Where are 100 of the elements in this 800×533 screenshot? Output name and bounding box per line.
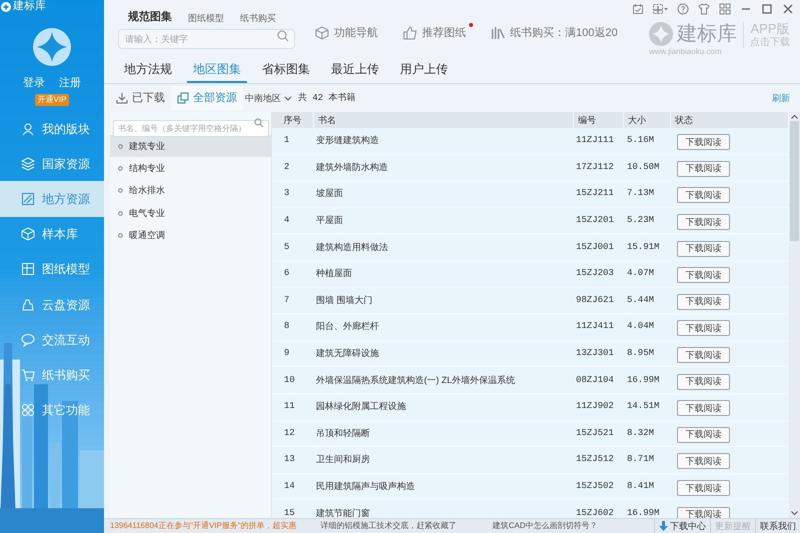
calendar-icon[interactable] (632, 3, 644, 15)
table-cell-text: 2 (283, 162, 290, 172)
table-cell-text: 5.16M (626, 136, 656, 146)
download-read-button[interactable]: 下载阅读 (677, 294, 730, 310)
tab[interactable]: 省标图集 (256, 57, 316, 83)
scrollbar-thumb[interactable] (790, 121, 799, 241)
brand-url: www.jianbiaoku.com (649, 48, 722, 56)
top-tab[interactable]: 纸书购买 (240, 14, 276, 23)
layers-icon (21, 156, 35, 171)
table-cell-text: 5 (283, 242, 290, 252)
table-cell-text: 8 (283, 322, 290, 332)
download-read-button[interactable]: 下载阅读 (677, 320, 730, 336)
table-cell-text: 3 (283, 189, 290, 198)
download-read-button[interactable]: 下载阅读 (677, 134, 730, 150)
brand-name: 建标库 (677, 24, 737, 44)
grid-icon (21, 262, 35, 276)
table-cell-text: 08ZJ104 (575, 376, 615, 385)
top-tab[interactable]: 规范图集 (128, 12, 172, 23)
download-read-button[interactable]: 下载阅读 (677, 240, 730, 257)
category-item[interactable]: 电气专业 (110, 202, 271, 224)
download-icon (116, 92, 128, 104)
download-read-button[interactable]: 下载阅读 (677, 214, 730, 230)
search-field[interactable]: 书名、编号（多关键字用空格分隔） (113, 120, 269, 137)
add-icon[interactable] (653, 3, 668, 15)
close-icon[interactable] (782, 3, 794, 15)
table-cell-text: 15ZJ512 (575, 455, 615, 464)
tab[interactable]: 地方法规 (118, 57, 178, 83)
cube-icon (21, 227, 35, 242)
scroll-down-icon[interactable] (791, 511, 798, 516)
table-cell-text: 16.99M (626, 508, 660, 518)
table-cell-text: 6 (283, 269, 290, 278)
copy-icon (177, 92, 189, 104)
chat-icon (21, 332, 35, 347)
cart-icon (21, 368, 35, 382)
category-item[interactable]: 建筑专业 (110, 135, 271, 158)
download-read-button[interactable]: 下载阅读 (677, 187, 730, 204)
status-button[interactable]: 下载中心 (654, 518, 710, 533)
tab[interactable]: 用户上传 (394, 57, 454, 83)
cube-icon (315, 26, 329, 40)
news-link[interactable]: 详细的铝模施工技术交底，赶紧收藏了 (320, 522, 457, 530)
download-read-button[interactable]: 下载阅读 (677, 480, 730, 496)
category-item[interactable]: 给水排水 (110, 180, 271, 202)
table-cell-text: 阳台、外廊栏杆 (315, 322, 380, 332)
table-cell-text: 4.07M (626, 269, 656, 278)
table-cell-text: 11ZJ902 (575, 402, 615, 412)
toolbar-button[interactable]: 推荐图纸 (403, 26, 473, 40)
table-cell-text: 平屋面 (315, 216, 344, 226)
brand-logo-icon (649, 22, 673, 46)
table-cell-text: 13ZJ301 (575, 349, 615, 358)
table-cell-text: 5.23M (626, 216, 656, 226)
download-read-button[interactable]: 下载阅读 (677, 347, 730, 364)
filter-tab[interactable]: 已下载 (110, 86, 171, 110)
table-cell-text: 民用建筑隔声与吸声构造 (315, 482, 416, 492)
table-cell-text: 建筑构造用料做法 (315, 242, 389, 252)
category-item[interactable]: 暖通空调 (110, 224, 271, 246)
table-cell-text: 17ZJ112 (575, 162, 615, 172)
thumbs-up-icon (403, 26, 417, 40)
download-read-button[interactable]: 下载阅读 (677, 267, 730, 284)
table-cell-text: 15ZJ201 (575, 216, 615, 226)
books-icon (491, 26, 505, 40)
table-cell-text: 变形缝建筑构造 (315, 136, 380, 146)
toolbar-button[interactable]: 功能导航 (315, 26, 385, 40)
app-logo-icon (1, 2, 11, 12)
top-tab[interactable]: 图纸模型 (188, 14, 224, 23)
table-cell-text: 15ZJ211 (575, 189, 615, 198)
download-read-button[interactable]: 下载阅读 (677, 160, 730, 177)
caret-icon (284, 96, 292, 100)
table-cell-text: 12 (283, 428, 296, 438)
maximize-icon[interactable] (761, 3, 773, 15)
region-dropdown[interactable]: 中南地区 (245, 94, 292, 102)
table-cell-text: 种植屋面 (315, 269, 353, 278)
help-icon[interactable] (677, 3, 689, 15)
table-cell-text: 7 (283, 296, 290, 305)
download-read-button[interactable]: 下载阅读 (677, 400, 730, 416)
table-cell-text: 建筑节能门窗 (315, 508, 371, 518)
download-read-button[interactable]: 下载阅读 (677, 426, 730, 443)
table-cell-text: 8.71M (626, 455, 656, 464)
bullet-icon (118, 188, 123, 194)
search-icon[interactable] (254, 118, 264, 128)
table-cell-text: 11ZJ411 (575, 322, 615, 332)
grid-icon[interactable] (719, 3, 731, 15)
download-read-button[interactable]: 下载阅读 (677, 506, 730, 518)
toolbar-button[interactable]: 纸书购买：满100返20 (491, 26, 625, 40)
status-button[interactable]: 联系我们 (755, 518, 800, 533)
news-link[interactable]: 建筑CAD中怎么画剖切符号？ (492, 522, 598, 530)
download-read-button[interactable]: 下载阅读 (677, 374, 730, 390)
table-cell-text: 7.13M (626, 189, 656, 198)
search-field[interactable]: 请输入：关键字 (118, 29, 295, 49)
bullet-icon (118, 144, 123, 149)
scroll-up-icon[interactable] (791, 114, 798, 119)
tab[interactable]: 最近上传 (325, 57, 385, 83)
bullet-icon (118, 166, 123, 171)
table-cell-text: 5.44M (626, 296, 656, 305)
shirt-icon[interactable] (698, 3, 710, 15)
table-cell-text: 吊顶和轻隔断 (315, 428, 371, 438)
search-icon[interactable] (277, 30, 289, 42)
category-item[interactable]: 结构专业 (110, 157, 271, 180)
table-cell-text: 园林绿化附属工程设施 (315, 402, 407, 412)
download-read-button[interactable]: 下载阅读 (677, 453, 730, 470)
table-cell-text: 15ZJ602 (575, 508, 615, 518)
